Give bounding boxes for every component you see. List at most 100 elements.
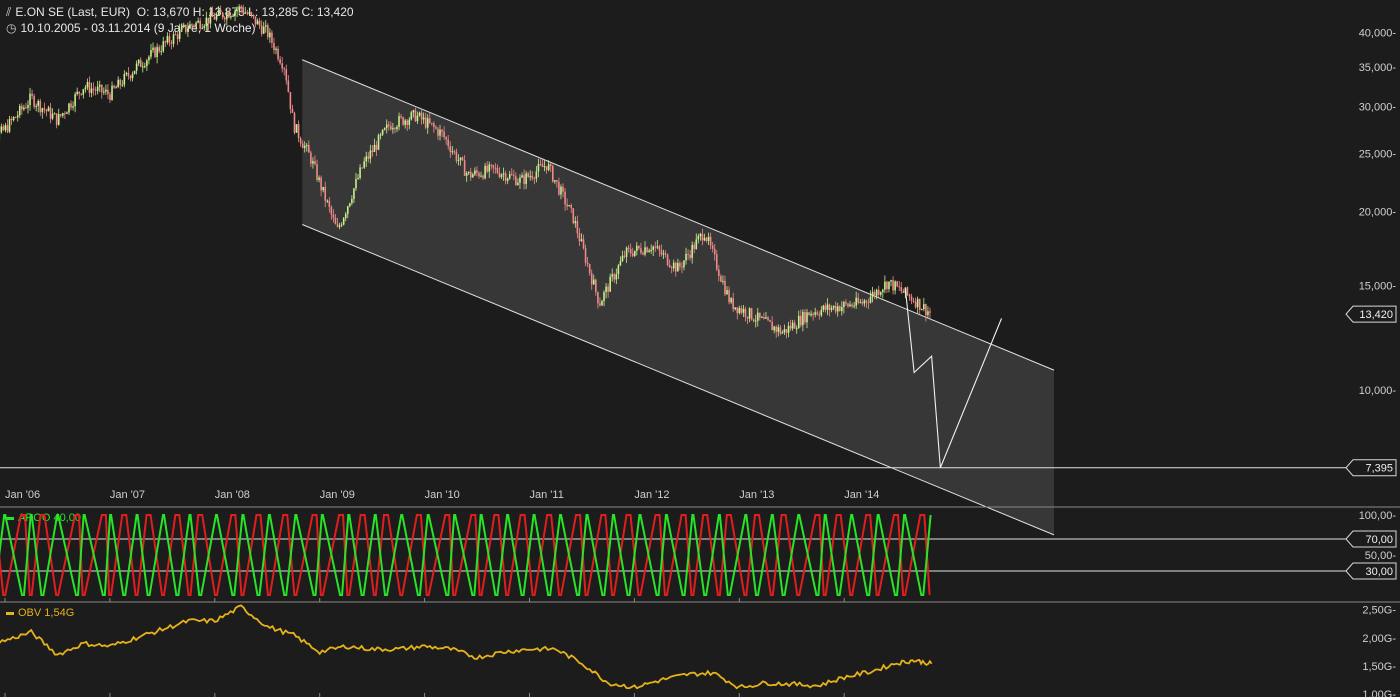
candle [275,48,277,51]
candle [740,308,743,313]
candle [592,279,595,285]
candle [41,108,44,113]
candle [847,303,849,307]
candle [539,164,542,166]
candle [363,161,365,168]
candle [720,276,722,282]
candle [156,47,158,58]
label-text: 30,00 [1365,566,1393,578]
candle [863,300,866,304]
candle [12,117,15,121]
time-tick-label: Jan '06 [5,489,40,501]
candle [195,22,197,27]
candle [109,94,111,100]
candle [285,69,288,81]
candle [113,85,115,88]
candle [517,182,519,185]
candle [756,312,759,321]
candle [494,167,497,169]
candle [773,326,775,331]
candle [127,72,130,77]
time-tick-label: Jan '10 [425,489,460,501]
candle [414,110,417,122]
candle [478,172,480,177]
candle [732,298,734,310]
candle [398,116,400,127]
aroon-tick-label: 50,00- [1365,550,1397,562]
candle [818,314,821,316]
candle [375,144,378,150]
candle [875,289,878,296]
candle [713,248,716,255]
candle [86,82,89,88]
price-tick-label: 40,000- [1359,28,1397,40]
candle [308,144,310,153]
candle [759,312,761,318]
candle [150,50,152,57]
candle [379,134,382,136]
candle [722,280,724,282]
candle [584,248,587,263]
candle [767,317,769,321]
candle [324,186,327,201]
candle [332,214,335,218]
candle [467,171,470,174]
candle [170,42,173,44]
candle [582,239,585,249]
candle [506,178,509,181]
candle [260,25,263,34]
candle [699,233,702,237]
candle [31,93,33,96]
candle [449,146,452,153]
candle [843,302,845,308]
candle [357,178,359,180]
candle [728,290,730,303]
candle [404,120,406,125]
candle [484,165,486,179]
candle [174,34,177,36]
candle [213,16,216,20]
candle [685,253,687,261]
trend-channel [302,59,1055,536]
candle [488,164,491,172]
candle [359,167,361,179]
candle [472,174,474,178]
candle [648,250,650,253]
candle [535,171,538,179]
candle [638,245,640,249]
channel-fill [302,59,1054,535]
candle [111,85,113,100]
candle [877,289,880,295]
candle [443,131,445,138]
candle [55,113,58,125]
candle [207,17,210,24]
candle [502,173,505,175]
candle [248,12,251,14]
obv-tick-label: 1,50G- [1362,661,1396,673]
candle [500,174,503,177]
candle [437,128,439,136]
candle [238,6,240,10]
candle [402,117,404,125]
candle [734,307,737,310]
candle [644,247,646,255]
candle [609,276,611,292]
candle [342,218,345,225]
candle [861,302,864,304]
candle [326,200,329,202]
candle [346,206,349,214]
candle [35,106,37,108]
candle [914,301,917,308]
candle [465,173,468,176]
candle [281,63,283,69]
candle [882,289,884,293]
candle [57,114,60,125]
candle [176,34,179,40]
candle [771,321,773,331]
candle [420,112,423,120]
candle [164,41,167,43]
candle [373,144,376,153]
candle [748,308,751,319]
candle [129,76,132,79]
candle [0,126,3,133]
